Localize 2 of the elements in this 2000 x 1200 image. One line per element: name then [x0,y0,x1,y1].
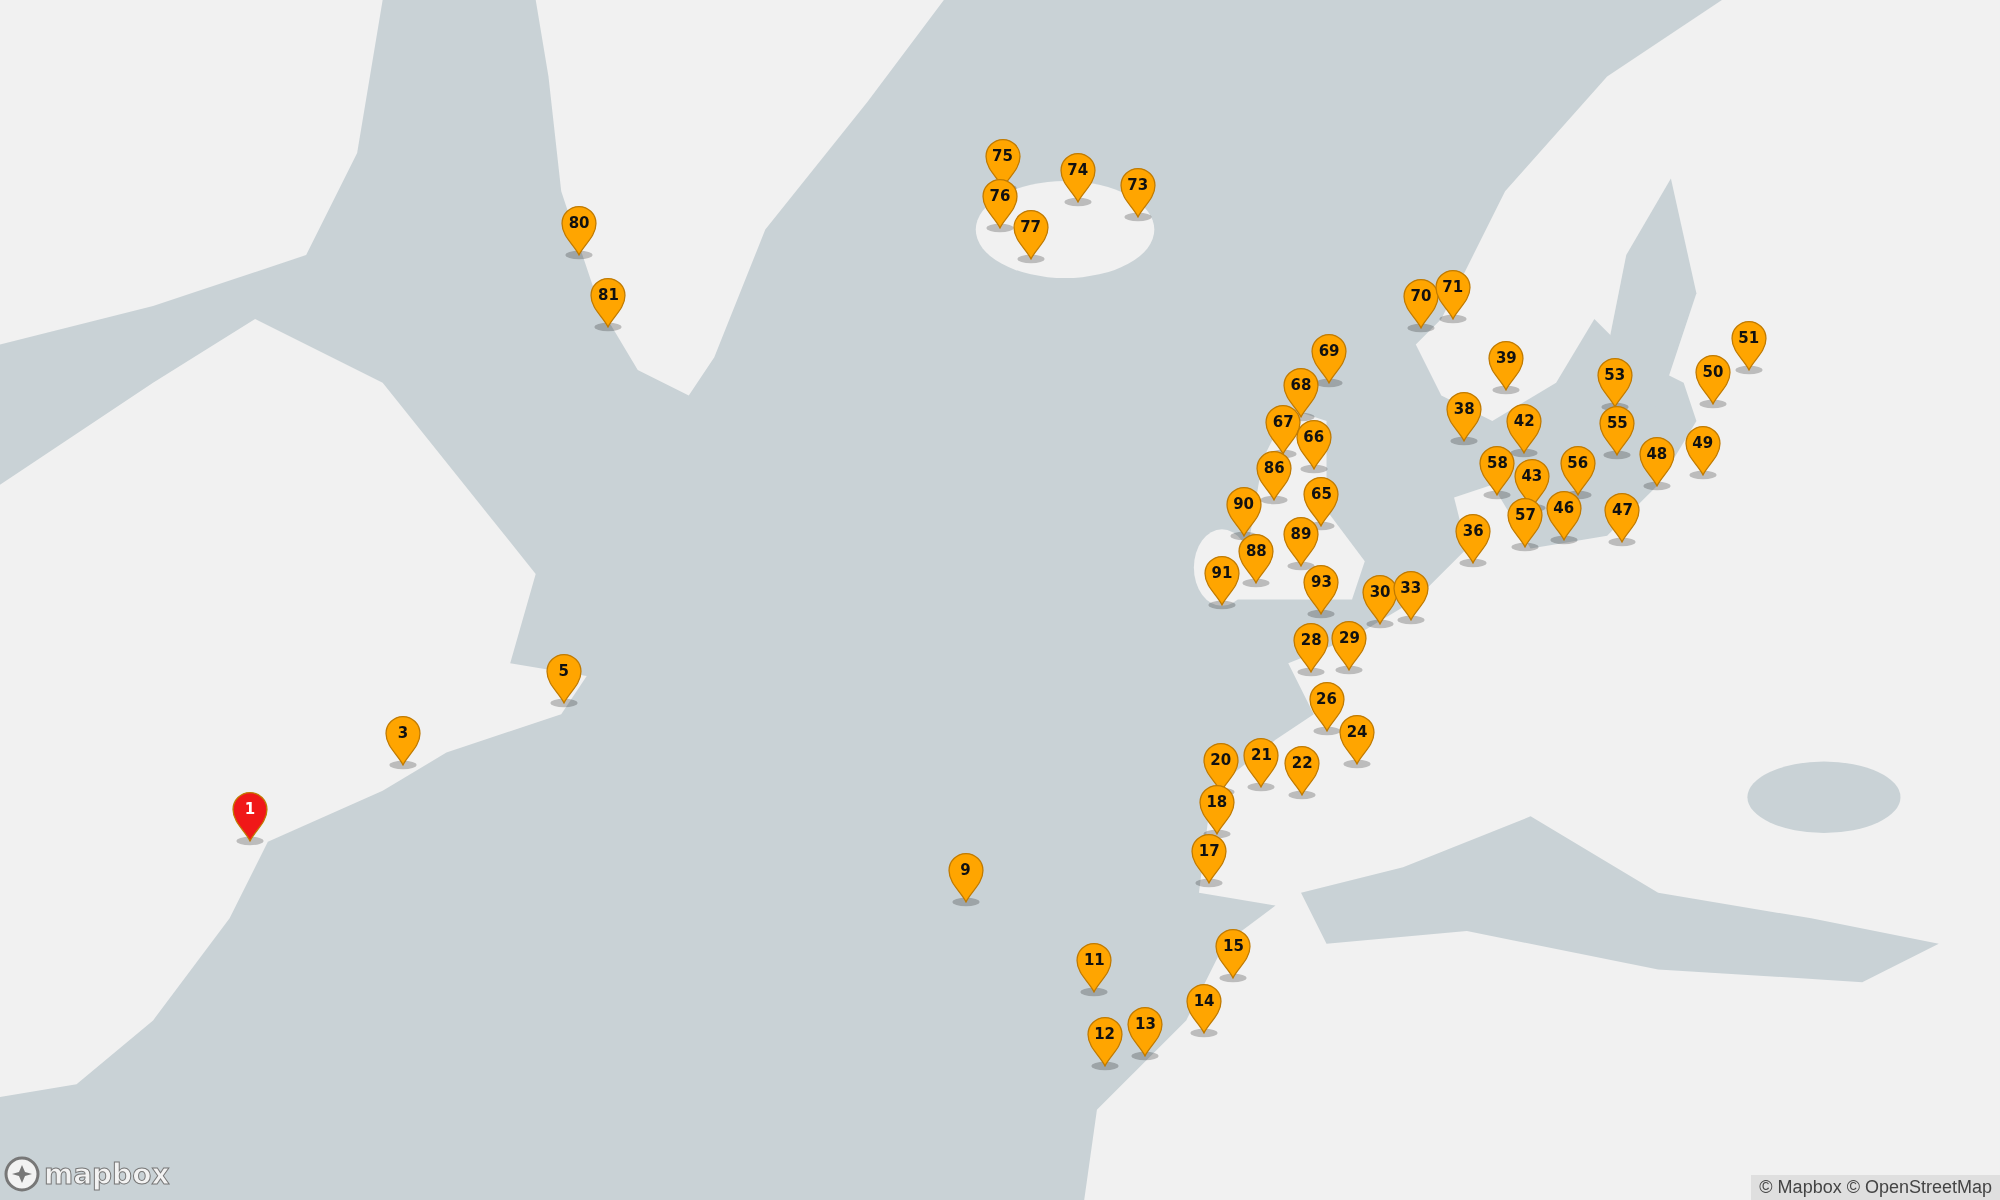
pin-circle-icon [4,1156,40,1192]
map-attribution: © Mapbox © OpenStreetMap [1751,1175,2000,1200]
